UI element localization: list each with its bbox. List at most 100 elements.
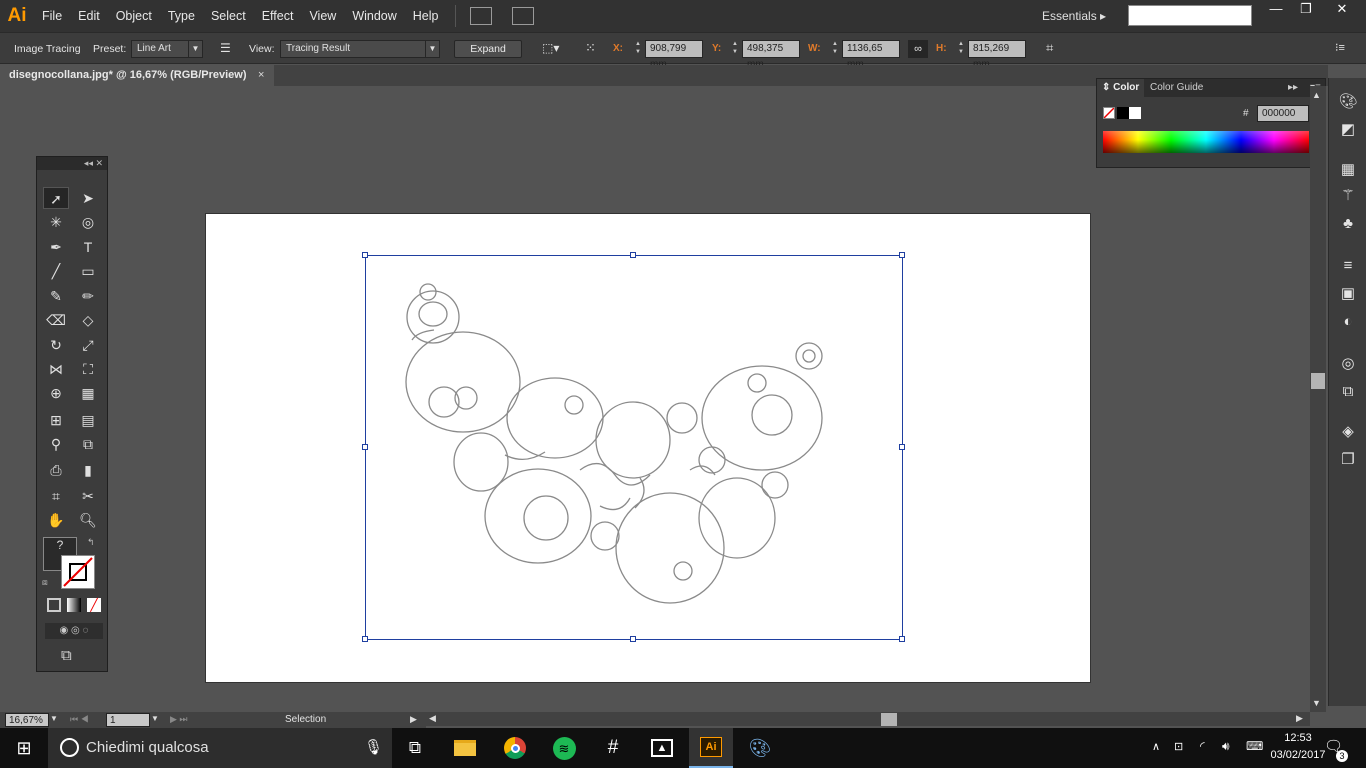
pencil-tool-icon[interactable]: ✏	[75, 285, 101, 307]
status-menu-icon[interactable]: ▶	[410, 714, 417, 725]
gradient-mode-icon[interactable]	[67, 598, 81, 612]
stroke-icon[interactable]: ≡	[1337, 256, 1359, 276]
first-artboard-icon[interactable]: ⏮ ◀	[70, 714, 89, 725]
clock-date[interactable]: 03/02/2017	[1268, 749, 1328, 761]
selection-bounding-box[interactable]	[365, 255, 903, 640]
swap-colors-icon[interactable]: ↰	[87, 537, 95, 548]
hex-field[interactable]: 000000	[1257, 105, 1309, 122]
photos-icon[interactable]: ▲	[640, 728, 684, 768]
type-tool-icon[interactable]: T	[75, 236, 101, 258]
network-icon[interactable]: ⊡	[1174, 740, 1183, 753]
layers-icon[interactable]: ◈	[1337, 422, 1359, 442]
symbol-sprayer-tool-icon[interactable]: ⎙	[43, 459, 69, 481]
rotate-tool-icon[interactable]: ↻	[43, 334, 69, 356]
paintbrush-tool-icon[interactable]: ✎	[43, 285, 69, 307]
eyedropper-tool-icon[interactable]: ⚲	[43, 433, 69, 455]
color-spectrum[interactable]	[1103, 131, 1309, 153]
free-transform-tool-icon[interactable]: ⛶	[75, 358, 101, 380]
perspective-grid-tool-icon[interactable]: ▦	[75, 382, 101, 404]
scroll-down-icon[interactable]: ▼	[1312, 698, 1321, 708]
drawing-modes-icon[interactable]: ◉ ◎ ◌	[45, 623, 103, 639]
paint-icon[interactable]: 🎨︎	[738, 728, 782, 768]
slice-tool-icon[interactable]: ✂	[75, 485, 101, 507]
color-mode-icon[interactable]	[47, 598, 61, 612]
graphic-styles-icon[interactable]: ⧉	[1337, 382, 1359, 402]
cortana-search-box[interactable]: Chiedimi qualcosa 🎙︎	[48, 728, 392, 768]
vertical-scrollbar[interactable]	[1310, 86, 1326, 712]
rectangle-tool-icon[interactable]: ▭	[75, 260, 101, 282]
microphone-icon[interactable]: 🎙︎	[364, 738, 383, 756]
tab-color-guide[interactable]: Color Guide	[1145, 79, 1208, 97]
status-tool-label[interactable]: Selection	[285, 714, 326, 725]
none-fill-swatch-icon[interactable]	[1103, 107, 1115, 119]
hand-tool-icon[interactable]: ✋	[43, 509, 69, 531]
file-explorer-icon[interactable]	[443, 728, 487, 768]
default-colors-icon[interactable]: ⧈	[42, 577, 48, 588]
next-artboard-icon[interactable]: ▶ ⏭	[170, 714, 188, 725]
show-hidden-icons-icon[interactable]: ∧	[1152, 740, 1160, 753]
selection-handle[interactable]	[899, 444, 905, 450]
illustrator-taskbar-icon[interactable]: Ai	[689, 728, 733, 768]
scroll-up-icon[interactable]: ▲	[1312, 90, 1321, 100]
mesh-tool-icon[interactable]: ⊞	[43, 409, 69, 431]
direct-selection-tool-icon[interactable]: ➤	[75, 187, 101, 209]
artboards-icon[interactable]: ❐	[1337, 450, 1359, 470]
wifi-icon[interactable]: ◜	[1200, 739, 1205, 753]
color-palette-icon[interactable]: 🎨︎	[1337, 92, 1359, 112]
gradient-icon[interactable]: ▣	[1337, 284, 1359, 304]
zoom-field[interactable]: 16,67%	[5, 713, 49, 727]
artboard-number-field[interactable]: 1	[106, 713, 150, 727]
spotify-icon[interactable]: ≋	[542, 728, 586, 768]
blob-brush-tool-icon[interactable]: ⌫	[43, 309, 69, 331]
selection-handle[interactable]	[899, 636, 905, 642]
selection-handle[interactable]	[630, 252, 636, 258]
selection-handle[interactable]	[899, 252, 905, 258]
scale-tool-icon[interactable]: ⤢	[75, 334, 101, 356]
color-guide-icon[interactable]: ◩	[1337, 120, 1359, 140]
eraser-tool-icon[interactable]: ◇	[75, 309, 101, 331]
line-tool-icon[interactable]: ╱	[43, 260, 69, 282]
horizontal-scroll-thumb[interactable]	[881, 713, 897, 726]
clock-time[interactable]: 12:53	[1268, 732, 1328, 744]
keyboard-icon[interactable]: ⌨	[1246, 739, 1263, 753]
vertical-scroll-thumb[interactable]	[1311, 373, 1325, 389]
blend-tool-icon[interactable]: ⧉	[75, 433, 101, 455]
transparency-icon[interactable]: ◐	[1337, 312, 1359, 332]
appearance-icon[interactable]: ◎	[1337, 354, 1359, 374]
collapse-panel-icon[interactable]: ▸▸	[1283, 79, 1303, 97]
stroke-swatch[interactable]	[61, 555, 95, 589]
selection-tool-icon[interactable]: ➚	[43, 187, 69, 209]
column-graph-tool-icon[interactable]: ▮	[75, 459, 101, 481]
pen-tool-icon[interactable]: ✒	[43, 236, 69, 258]
width-tool-icon[interactable]: ⋈	[43, 358, 69, 380]
swatches-icon[interactable]: ▦	[1337, 160, 1359, 180]
zoom-tool-icon[interactable]: 🔍︎	[75, 509, 101, 531]
horizontal-scrollbar[interactable]	[426, 712, 1310, 726]
selection-handle[interactable]	[362, 252, 368, 258]
lasso-tool-icon[interactable]: ◎	[75, 211, 101, 233]
symbols-icon[interactable]: ♣	[1337, 214, 1359, 234]
artboard-dropdown-icon[interactable]: ▼	[151, 714, 159, 723]
tab-color[interactable]: ⇕ Color	[1097, 79, 1145, 97]
artboard-tool-icon[interactable]: ⌗	[43, 485, 69, 507]
selection-handle[interactable]	[630, 636, 636, 642]
task-view-icon[interactable]: ⧉	[393, 728, 437, 768]
magic-wand-tool-icon[interactable]: ✳	[43, 211, 69, 233]
scroll-left-icon[interactable]: ◀	[429, 713, 436, 724]
white-swatch[interactable]	[1129, 107, 1141, 119]
volume-icon[interactable]: 🔊︎	[1222, 739, 1230, 754]
scroll-right-icon[interactable]: ▶	[1296, 713, 1303, 724]
black-swatch[interactable]	[1117, 107, 1129, 119]
windows-start-icon[interactable]: ⊞	[2, 728, 46, 768]
brushes-icon[interactable]: ⚚	[1337, 186, 1359, 206]
screen-mode-icon[interactable]: ⧉	[61, 647, 72, 664]
shape-builder-tool-icon[interactable]: ⊕	[43, 382, 69, 404]
tools-panel-header[interactable]: ◂◂ ✕	[37, 157, 107, 170]
selection-handle[interactable]	[362, 636, 368, 642]
selection-handle[interactable]	[362, 444, 368, 450]
slack-icon[interactable]: #	[591, 728, 635, 768]
zoom-dropdown-icon[interactable]: ▼	[50, 714, 58, 723]
gradient-tool-icon[interactable]: ▤	[75, 409, 101, 431]
none-mode-icon[interactable]: ╱	[87, 598, 101, 612]
chrome-icon[interactable]	[493, 728, 537, 768]
